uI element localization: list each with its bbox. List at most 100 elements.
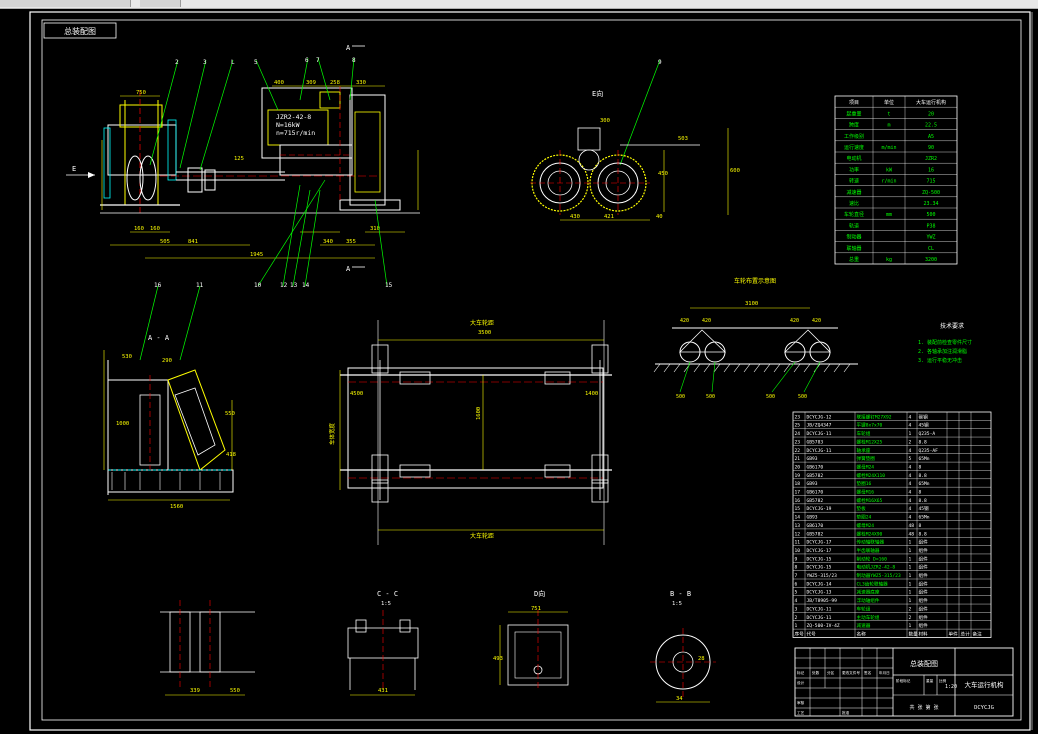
balloon-5: 5 bbox=[254, 59, 258, 66]
parts-header-cell: 代号 bbox=[807, 630, 817, 637]
cad-drawing-canvas[interactable]: 总装配图 JZR2-42-8 N=16kW n=715r/min E A A 7… bbox=[0, 9, 1038, 734]
window-toolbar-strip bbox=[0, 0, 1038, 9]
parts-cell: 5 bbox=[795, 590, 798, 596]
parts-cell: 9 bbox=[795, 556, 798, 562]
bottom-view-1: 339 550 bbox=[160, 600, 255, 696]
dim-a-550: 550 bbox=[225, 411, 235, 417]
parts-cell: 组件 bbox=[919, 605, 929, 612]
parts-cell: 螺母M24 bbox=[857, 463, 875, 470]
parts-cell: GB5782 bbox=[807, 498, 824, 504]
parts-cell: DCYCJG-15 bbox=[807, 565, 832, 571]
parts-cell: 18 bbox=[795, 481, 801, 487]
dim-main-505: 505 bbox=[160, 239, 170, 245]
parts-cell: 垫圈16 bbox=[857, 480, 872, 487]
dim-bottom-550: 550 bbox=[230, 688, 240, 694]
parts-cell: GB6170 bbox=[807, 464, 824, 470]
spec-cell: 电动机 bbox=[846, 155, 861, 162]
toolbar-tab[interactable] bbox=[0, 0, 131, 7]
parts-cell: 24 bbox=[795, 431, 801, 437]
parts-cell: 65Mn bbox=[919, 481, 930, 487]
parts-cell: 弹簧垫圈 bbox=[857, 455, 876, 462]
dim-e-450: 450 bbox=[658, 171, 668, 177]
dim-main-340: 340 bbox=[323, 239, 333, 245]
balloon-11: 11 bbox=[196, 282, 204, 289]
dim-e-300: 300 bbox=[600, 118, 610, 124]
dim-e-600: 600 bbox=[730, 168, 740, 174]
spec-cell: 总重 bbox=[849, 256, 859, 263]
balloon-8: 8 bbox=[352, 57, 356, 64]
spec-cell: 制动器 bbox=[846, 234, 861, 241]
parts-cell: 组件 bbox=[919, 572, 929, 579]
spec-cell: CL bbox=[928, 246, 934, 252]
parts-cell: 1 bbox=[909, 565, 912, 571]
spec-cell: JZR2 bbox=[925, 156, 937, 162]
parts-cell: 减速器底座 bbox=[857, 589, 880, 596]
parts-cell: 45钢 bbox=[919, 505, 930, 512]
parts-cell: 8.8 bbox=[919, 473, 928, 479]
parts-cell: GB5783 bbox=[807, 439, 824, 445]
parts-cell: 16 bbox=[795, 498, 801, 504]
parts-cell: 螺母M16 bbox=[857, 489, 875, 496]
plan-top-label: 大车轮距 bbox=[470, 319, 494, 327]
parts-cell: 制动器YWZ5-315/23 bbox=[857, 572, 901, 579]
parts-cell: Q235-A bbox=[919, 431, 936, 437]
parts-cell: 4 bbox=[909, 473, 912, 479]
parts-cell: 组件 bbox=[919, 547, 929, 554]
parts-cell: GB93 bbox=[807, 456, 818, 462]
parts-cell: GB5782 bbox=[807, 531, 824, 537]
parts-cell: 1 bbox=[909, 556, 912, 562]
dim-main-125: 125 bbox=[234, 156, 244, 162]
parts-cell: 25 bbox=[795, 423, 801, 429]
dim-main-330: 330 bbox=[356, 80, 366, 86]
dim-plan-3500: 3500 bbox=[478, 330, 491, 336]
parts-cell: 8 bbox=[919, 464, 922, 470]
section-mark-a-bottom: A bbox=[346, 265, 351, 273]
a-a-title: A - A bbox=[148, 334, 170, 342]
parts-cell: 5 bbox=[909, 456, 912, 462]
tb-label-6: 设计 bbox=[797, 680, 805, 685]
dim-bottom-493: 493 bbox=[493, 656, 503, 662]
parts-cell: 22 bbox=[795, 448, 801, 454]
parts-cell: 2 bbox=[909, 615, 912, 621]
dim-plan-1400: 1400 bbox=[585, 391, 598, 397]
d-view: D向 751 493 bbox=[493, 589, 569, 690]
parts-cell: 1 bbox=[795, 623, 798, 629]
parts-cell: 2 bbox=[909, 606, 912, 612]
parts-cell: 组件 bbox=[919, 597, 929, 604]
parts-cell: 主动车轮组 bbox=[857, 614, 880, 621]
parts-cell: 组件 bbox=[919, 555, 929, 562]
parts-cell: 碳钢 bbox=[919, 413, 929, 420]
e-view-title: E向 bbox=[592, 89, 603, 98]
parts-cell: 平键8x7x70 bbox=[857, 422, 883, 429]
parts-cell: 2 bbox=[909, 439, 912, 445]
parts-cell: DCYCJG-17 bbox=[807, 540, 832, 546]
balloon-14: 14 bbox=[302, 282, 310, 289]
tb-label-0: 标记 bbox=[797, 670, 805, 675]
parts-cell: 1 bbox=[909, 540, 912, 546]
plan-bottom-label: 大车轮距 bbox=[470, 532, 494, 540]
parts-cell: 48 bbox=[909, 531, 915, 537]
balloon-13: 13 bbox=[290, 282, 298, 289]
dim-a-290: 290 bbox=[162, 358, 172, 364]
dim-bottom-28: 28 bbox=[698, 656, 705, 662]
parts-header-cell: 名称 bbox=[857, 630, 867, 637]
b-b-scale: 1:5 bbox=[672, 601, 682, 607]
toolbar-tab[interactable] bbox=[140, 0, 181, 7]
parts-cell: 浮动轴组件 bbox=[857, 597, 880, 604]
dim-bottom-751: 751 bbox=[531, 606, 541, 612]
wheel-layout-title: 车轮布置示意图 bbox=[734, 277, 776, 285]
tb-label-2: 分区 bbox=[827, 670, 835, 675]
parts-cell: 垫圈24 bbox=[857, 514, 872, 521]
balloon-3: 3 bbox=[203, 59, 207, 66]
title-block: 总装配图 大车运行机构 1:20 DCYCJG 共 张 第 张 标记 处数 分区… bbox=[794, 647, 1014, 717]
parts-cell: DCYCJG-11 bbox=[807, 615, 832, 621]
parts-cell: 23 bbox=[795, 414, 801, 420]
parts-cell: DCYCJG-15 bbox=[807, 556, 832, 562]
dim-a-418: 418 bbox=[226, 452, 236, 458]
dim-a-530: 530 bbox=[122, 354, 132, 360]
parts-cell: 4 bbox=[909, 506, 912, 512]
dim-main-160a: 160 bbox=[134, 226, 144, 232]
parts-header-cell: 序号 bbox=[795, 630, 805, 637]
spec-cell: r/min bbox=[881, 179, 896, 185]
title-block-drawing-no: DCYCJG bbox=[974, 705, 994, 711]
